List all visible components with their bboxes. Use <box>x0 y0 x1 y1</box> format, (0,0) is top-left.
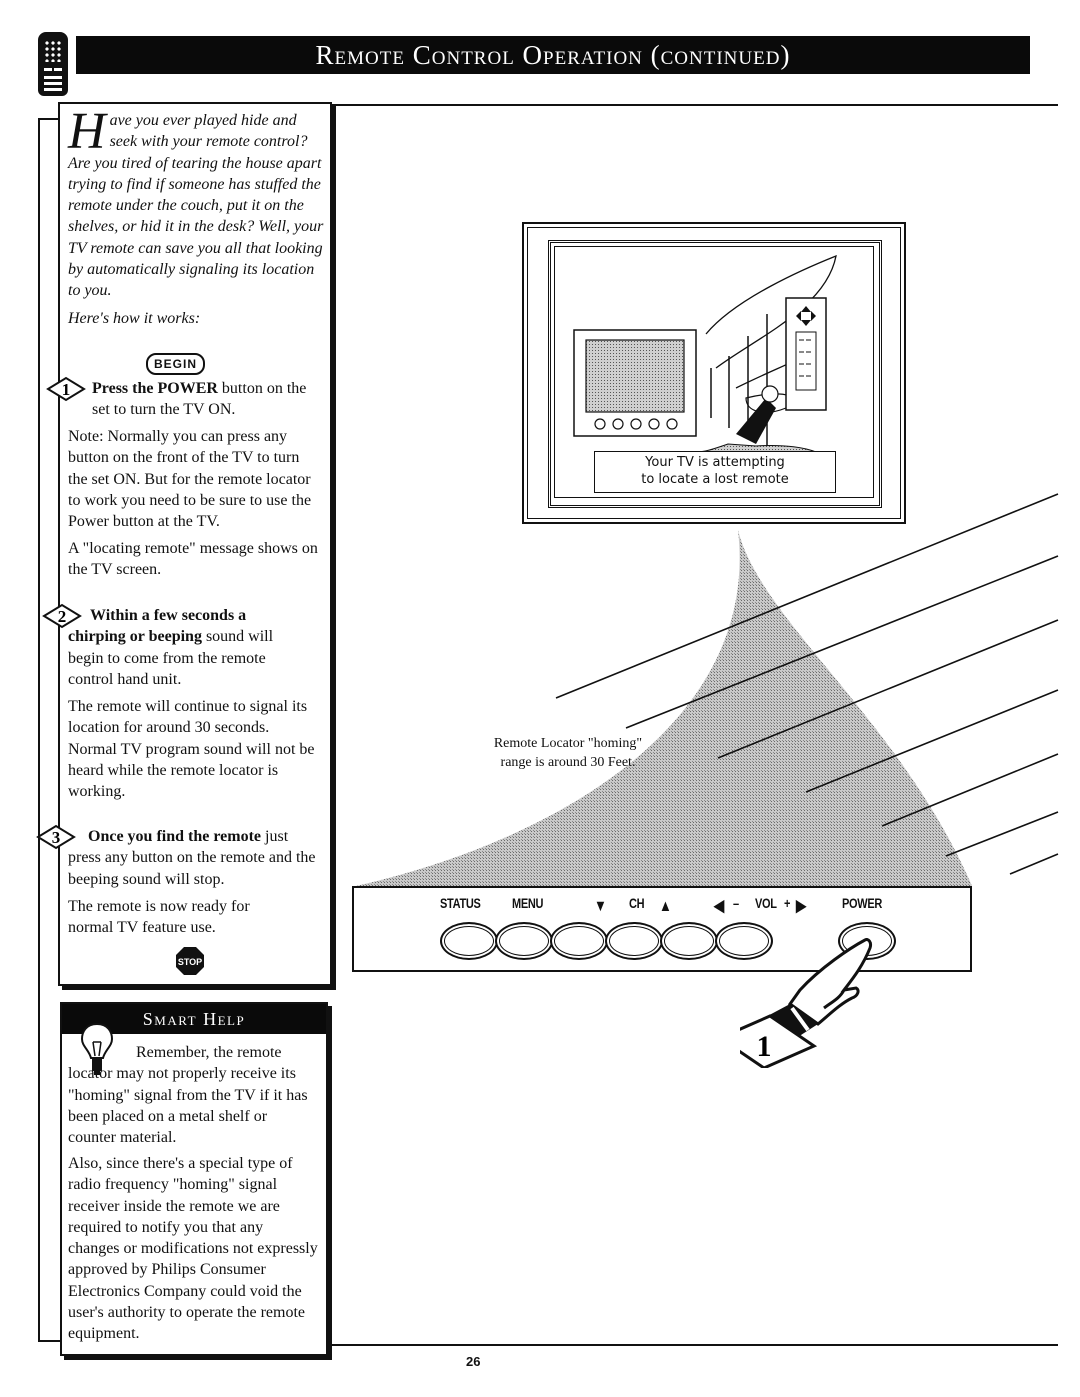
channel-down-button[interactable] <box>550 922 608 960</box>
page-number: 26 <box>466 1354 481 1369</box>
osd-line-2: to locate a lost remote <box>641 472 789 487</box>
status-label: STATUS <box>440 896 481 912</box>
channel-down-arrow-icon: ▼ <box>594 896 607 915</box>
volume-right-arrow-icon: ▶ <box>796 896 806 915</box>
volume-down-button[interactable] <box>660 922 718 960</box>
status-button[interactable] <box>440 922 498 960</box>
locating-remote-message: Your TV is attempting to locate a lost r… <box>594 451 836 493</box>
caption-line-1: Remote Locator "homing" <box>493 736 643 751</box>
volume-plus-label: + <box>784 896 791 912</box>
pointing-hand-icon: 1 <box>740 938 872 1068</box>
caption-line-2: range is around 30 Feet. <box>500 755 636 770</box>
power-label: POWER <box>842 896 883 912</box>
menu-label: MENU <box>512 896 544 912</box>
channel-label: CH <box>629 896 645 912</box>
channel-up-arrow-icon: ▲ <box>659 896 672 915</box>
volume-label: VOL <box>755 896 777 912</box>
svg-text:1: 1 <box>757 1030 772 1063</box>
homing-range-caption: Remote Locator "homing" range is around … <box>458 734 678 772</box>
menu-button[interactable] <box>495 922 553 960</box>
osd-line-1: Your TV is attempting <box>645 455 785 470</box>
volume-minus-label: – <box>733 896 739 912</box>
homing-beam <box>356 530 972 886</box>
channel-up-button[interactable] <box>605 922 663 960</box>
homing-range-graphic <box>356 493 1059 886</box>
volume-left-arrow-icon: ◀ <box>714 896 724 915</box>
lost-remote-cartoon <box>573 254 837 452</box>
